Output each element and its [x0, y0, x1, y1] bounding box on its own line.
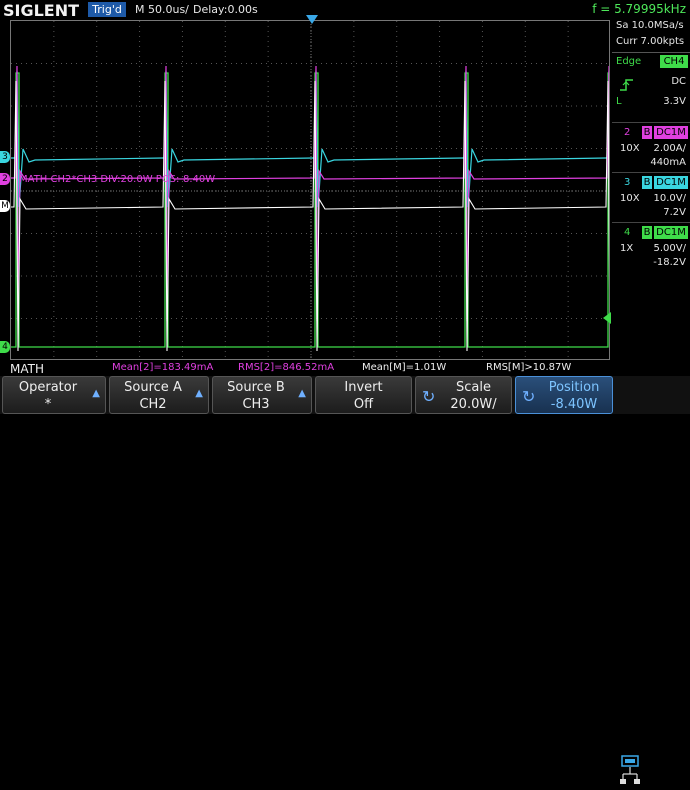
waveform-svg: [11, 21, 609, 359]
status-title: MATH: [10, 362, 44, 376]
ch4-coupling-badge: DC1M: [654, 226, 688, 239]
measurement-status-bar: MATH Mean[2]=183.49mA RMS[2]=846.52mA Me…: [0, 362, 690, 376]
invert-value: Off: [353, 397, 374, 412]
trigger-coupling: DC: [671, 76, 686, 87]
waveform-display[interactable]: MATH CH2*CH3 DIV:20.0W POS:-8.40W: [10, 20, 610, 360]
chevron-up-icon: ▲: [298, 388, 306, 399]
ch4-number: 4: [624, 227, 631, 238]
memory-depth: Curr 7.00kpts: [616, 36, 685, 47]
operator-label: Operator: [18, 380, 78, 395]
ch2-scale: 2.00A/: [653, 143, 686, 154]
delay-readout: Delay:0.00s: [193, 3, 258, 16]
timebase-readout: M 50.0us/: [135, 3, 189, 16]
ch3-bw-badge: B: [642, 176, 652, 189]
rotary-knob-icon: ↻: [522, 387, 536, 406]
channel-4-info[interactable]: 4 B DC1M 1X 5.00V/ -18.2V: [612, 222, 690, 273]
channel-3-info[interactable]: 3 B DC1M 10X 10.0V/ 7.2V: [612, 172, 690, 223]
trigger-source-badge: CH4: [660, 55, 688, 68]
ch2-bw-badge: B: [642, 126, 652, 139]
position-button[interactable]: ↻ Position -8.40W: [515, 376, 613, 414]
ch4-offset: -18.2V: [653, 257, 686, 268]
math-marker[interactable]: M: [0, 200, 10, 212]
rising-edge-icon: [620, 76, 634, 91]
ch4-probe: 1X: [620, 243, 634, 254]
scale-label: Scale: [456, 380, 491, 395]
source-a-button[interactable]: Source A CH2 ▲: [109, 376, 209, 414]
ch3-number: 3: [624, 177, 631, 188]
rotary-knob-icon: ↻: [422, 387, 436, 406]
network-icon: [620, 754, 642, 786]
channel-2-info[interactable]: 2 B DC1M 10X 2.00A/ 440mA: [612, 122, 690, 173]
math-label: MATH CH2*CH3 DIV:20.0W POS:-8.40W: [19, 174, 216, 185]
sample-rate: Sa 10.0MSa/s: [616, 20, 684, 31]
source-a-label: Source A: [124, 380, 182, 395]
ch4-bw-badge: B: [642, 226, 652, 239]
ch3-scale: 10.0V/: [653, 193, 686, 204]
mean-ch2: Mean[2]=183.49mA: [112, 362, 214, 373]
ch3-offset: 7.2V: [663, 207, 686, 218]
invert-button[interactable]: Invert Off: [315, 376, 412, 414]
siglent-logo: SIGLENT: [3, 1, 80, 20]
source-b-button[interactable]: Source B CH3 ▲: [212, 376, 312, 414]
frequency-readout: f = 5.79995kHz: [592, 2, 686, 16]
ch4-marker[interactable]: 4: [0, 341, 10, 353]
mean-math: Mean[M]=1.01W: [362, 362, 447, 373]
source-a-value: CH2: [139, 397, 167, 412]
position-label: Position: [548, 380, 600, 395]
ch2-probe: 10X: [620, 143, 640, 154]
rms-ch2: RMS[2]=846.52mA: [238, 362, 335, 373]
ch3-coupling-badge: DC1M: [654, 176, 688, 189]
trigger-status-badge: Trig'd: [88, 2, 126, 17]
top-bar: SIGLENT Trig'd M 50.0us/ Delay:0.00s f =…: [0, 0, 690, 20]
position-value: -8.40W: [550, 397, 598, 412]
ch2-offset: 440mA: [650, 157, 686, 168]
trigger-level: 3.3V: [663, 96, 686, 107]
ch2-marker[interactable]: 2: [0, 173, 10, 185]
chevron-up-icon: ▲: [92, 388, 100, 399]
trigger-type: Edge: [616, 56, 642, 67]
ch2-coupling-badge: DC1M: [654, 126, 688, 139]
softkey-menu: Operator * ▲ Source A CH2 ▲ Source B CH3…: [0, 376, 690, 784]
ch2-number: 2: [624, 127, 631, 138]
source-b-label: Source B: [227, 380, 285, 395]
operator-button[interactable]: Operator * ▲: [2, 376, 106, 414]
scale-button[interactable]: ↻ Scale 20.0W/: [415, 376, 512, 414]
source-b-value: CH3: [242, 397, 270, 412]
operator-value: *: [44, 397, 52, 412]
scale-value: 20.0W/: [450, 397, 497, 412]
trigger-level-label: L: [616, 96, 622, 107]
trigger-position-icon[interactable]: [306, 15, 318, 24]
panel-divider: [612, 52, 690, 53]
ch3-marker[interactable]: 3: [0, 151, 10, 163]
ch4-scale: 5.00V/: [653, 243, 686, 254]
right-info-panel: Sa 10.0MSa/s Curr 7.00kpts Edge CH4 DC L…: [612, 20, 690, 360]
invert-label: Invert: [344, 380, 383, 395]
chevron-up-icon: ▲: [195, 388, 203, 399]
rms-math: RMS[M]>10.87W: [486, 362, 572, 373]
trigger-level-icon[interactable]: [603, 312, 611, 324]
ch3-probe: 10X: [620, 193, 640, 204]
